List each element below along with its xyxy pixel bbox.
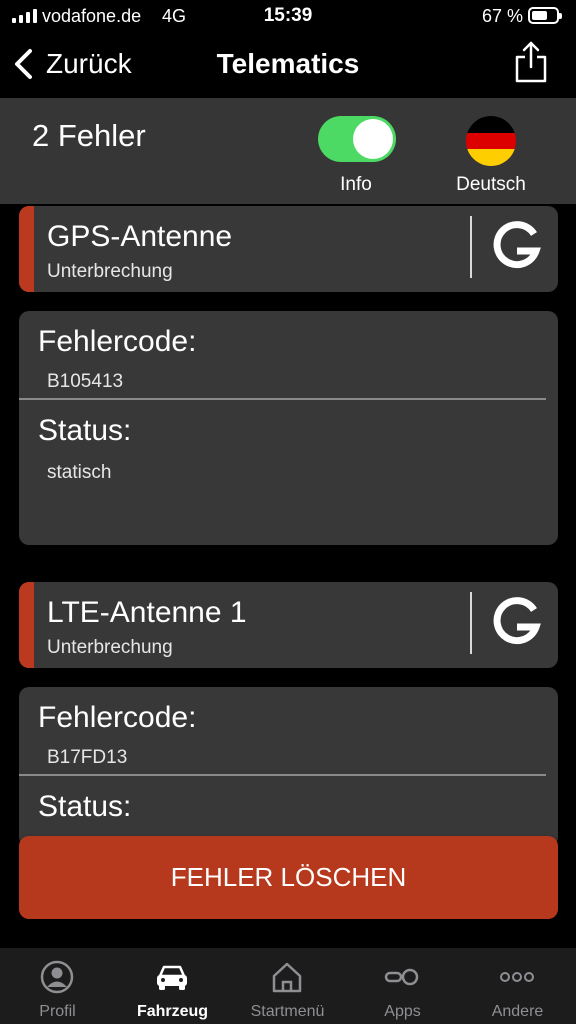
error-count: 2 Fehler xyxy=(32,118,146,153)
g-logo-icon[interactable] xyxy=(487,218,545,276)
fault-details-gps-antenna: Fehlercode: B105413 Status: statisch xyxy=(19,311,558,545)
fault-description: Unterbrechung xyxy=(47,637,173,658)
tab-more[interactable]: Andere xyxy=(460,948,575,1024)
tab-profile[interactable]: Profil xyxy=(0,948,115,1024)
apps-icon xyxy=(384,968,419,986)
status-label: Status: xyxy=(38,414,132,447)
fault-code-value: B105413 xyxy=(47,371,124,392)
severity-stripe xyxy=(19,206,34,292)
tab-label: Profil xyxy=(39,1003,76,1020)
car-icon xyxy=(157,965,187,990)
fault-code-label: Fehlercode: xyxy=(38,325,197,358)
tab-label: Fahrzeug xyxy=(136,1003,209,1020)
tab-home[interactable]: Startmenü xyxy=(230,948,345,1024)
divider xyxy=(19,398,546,400)
status-bar: vodafone.de 4G 15:39 67 % xyxy=(0,0,576,34)
info-toggle[interactable] xyxy=(318,116,396,162)
divider xyxy=(470,216,472,278)
info-toggle-label: Info xyxy=(340,174,372,195)
more-icon xyxy=(500,972,534,982)
fault-details-lte-antenna-1: Fehlercode: B17FD13 Status: xyxy=(19,687,558,847)
status-value: statisch xyxy=(47,462,112,483)
fault-code-value: B17FD13 xyxy=(47,747,128,768)
status-label: Status: xyxy=(38,790,132,823)
fault-card-gps-antenna[interactable]: GPS-Antenne Unterbrechung xyxy=(19,206,558,292)
fault-description: Unterbrechung xyxy=(47,261,173,282)
fault-code-label: Fehlercode: xyxy=(38,701,197,734)
language-label: Deutsch xyxy=(456,174,526,195)
toggle-knob xyxy=(353,119,393,159)
fault-summary-panel: 2 Fehler Info Deutsch xyxy=(0,98,576,204)
fault-name: LTE-Antenne 1 xyxy=(47,596,247,629)
severity-stripe xyxy=(19,582,34,668)
navigation-bar: Zurück Telematics xyxy=(0,34,576,98)
tab-label: Apps xyxy=(384,1003,421,1020)
fault-name: GPS-Antenne xyxy=(47,220,233,253)
page-title: Telematics xyxy=(216,48,360,79)
clear-errors-button[interactable]: FEHLER LÖSCHEN xyxy=(19,836,558,919)
tab-label: Andere xyxy=(491,1003,544,1020)
divider xyxy=(470,592,472,654)
tab-label: Startmenü xyxy=(250,1003,325,1020)
tab-apps[interactable]: Apps xyxy=(345,948,460,1024)
tab-vehicle[interactable]: Fahrzeug xyxy=(115,948,230,1024)
home-icon xyxy=(272,962,302,993)
battery-icon xyxy=(528,7,562,24)
german-flag-icon[interactable] xyxy=(466,116,516,166)
divider xyxy=(19,774,546,776)
fault-card-lte-antenna-1[interactable]: LTE-Antenne 1 Unterbrechung xyxy=(19,582,558,668)
tab-bar: Profil Fahrzeug Startmenü Apps Andere xyxy=(0,948,576,1024)
g-logo-icon[interactable] xyxy=(487,594,545,652)
battery-percentage: 67 % xyxy=(481,6,523,26)
share-icon[interactable] xyxy=(512,40,550,84)
profile-icon xyxy=(40,960,74,994)
